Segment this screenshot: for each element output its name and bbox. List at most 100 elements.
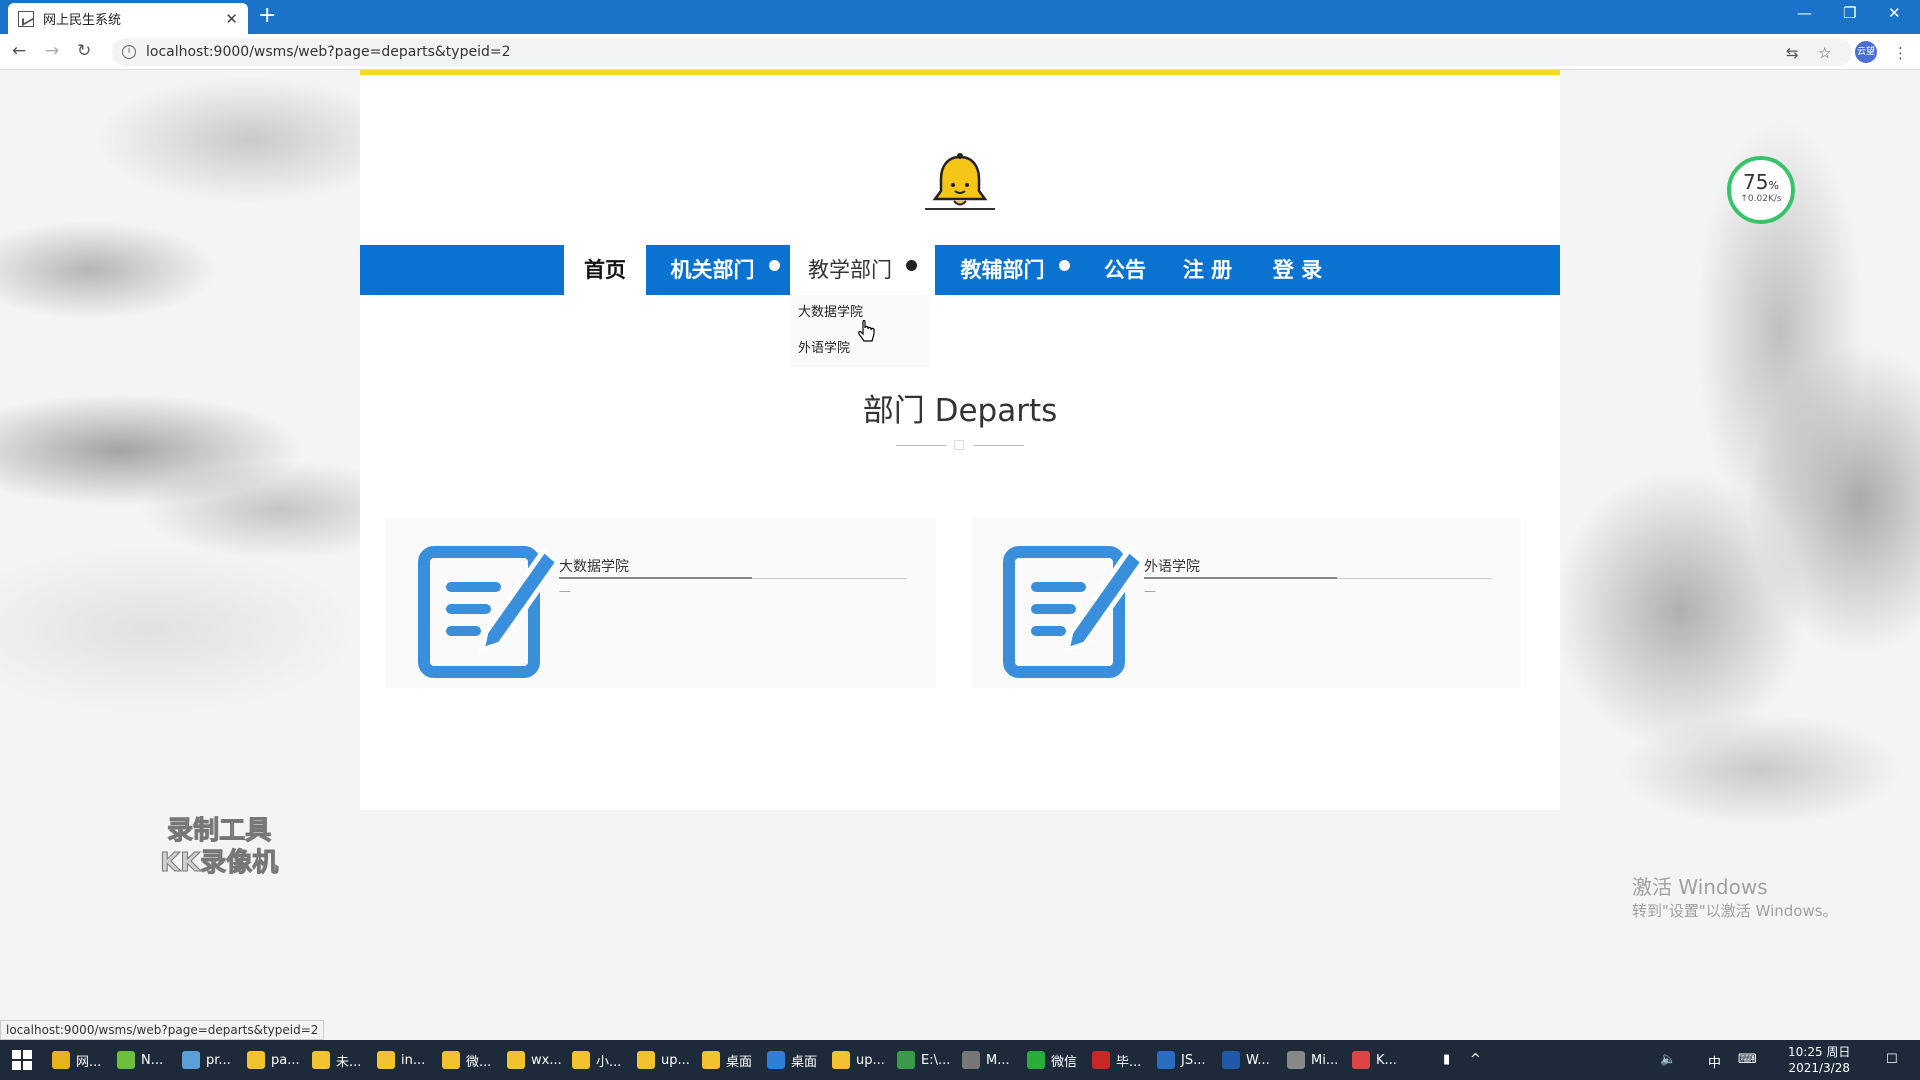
taskbar-app-label: E:\... [921,1052,951,1068]
bell-logo-icon [932,153,988,206]
taskbar-app-icon [442,1051,460,1069]
taskbar-app-item[interactable]: up... [637,1046,690,1074]
taskbar-app-label: 桌面 [726,1054,753,1070]
taskbar-app-item[interactable]: pa... [247,1046,300,1074]
forward-icon[interactable]: → [45,41,59,61]
site-info-icon[interactable]: i [122,45,136,59]
taskbar-app-item[interactable]: 微信 [1027,1046,1077,1074]
taskbar-app-icon [637,1051,655,1069]
taskbar-app-item[interactable]: 未... [312,1046,361,1074]
taskbar-app-icon [182,1051,200,1069]
taskbar-app-item[interactable]: in... [377,1046,425,1074]
taskbar-app-icon [247,1051,265,1069]
speed-unit: % [1768,179,1779,192]
network-speed-widget[interactable]: 75% ↑0.02K/s [1727,156,1795,224]
address-text: localhost:9000/wsms/web?page=departs&typ… [146,44,511,60]
taskbar-app-item[interactable]: W... [1222,1046,1270,1074]
taskbar-app-icon [572,1051,590,1069]
taskbar-app-icon [117,1051,135,1069]
card-divider-accent [1144,577,1337,579]
nav-office-dept[interactable]: 机关部门 [660,245,790,295]
taskbar-app-label: 毕... [1116,1054,1142,1070]
taskbar-app-item[interactable]: wx... [507,1046,562,1074]
title-divider-left [896,445,946,446]
taskbar-app-label: 小... [596,1054,622,1070]
taskbar-app-label: in... [401,1052,426,1068]
back-icon[interactable]: ← [12,41,26,61]
department-desc: — [1144,584,1156,598]
nav-home[interactable]: 首页 [564,245,646,295]
browser-tab-bar: 网上民生系统 ✕ + — ❐ ✕ [0,0,1920,34]
clock-date: 2021/3/28 [1788,1061,1850,1075]
taskbar-app-item[interactable]: 毕... [1092,1046,1141,1074]
reload-icon[interactable]: ↻ [77,41,91,61]
hand-cursor-icon [858,320,875,342]
nav-login[interactable]: 登 录 [1260,245,1335,295]
ink-mountain-left [0,70,360,830]
department-card[interactable]: 大数据学院 — [386,518,936,688]
address-bar[interactable]: i localhost:9000/wsms/web?page=departs&t… [112,38,1852,66]
taskbar-app-icon [962,1051,980,1069]
nav-notice[interactable]: 公告 [1095,245,1155,295]
nav-teaching-dept[interactable]: 教学部门 [790,245,935,295]
browser-tab[interactable]: 网上民生系统 ✕ [8,3,248,34]
taskbar-app-label: JS... [1181,1052,1206,1068]
taskbar-app-label: wx... [531,1052,562,1068]
translate-icon[interactable]: ⇆ [1786,44,1799,62]
tab-close-icon[interactable]: ✕ [225,10,238,28]
department-name[interactable]: 大数据学院 [559,556,629,576]
taskbar-app-icon [897,1051,915,1069]
taskbar-app-label: 网... [76,1054,102,1070]
bookmark-star-icon[interactable]: ☆ [1818,44,1831,62]
taskbar-clock[interactable]: 10:25 周日 2021/3/28 [1788,1044,1850,1076]
new-tab-icon[interactable]: + [258,4,276,28]
keyboard-icon[interactable]: ⌨ [1738,1052,1757,1067]
taskbar-app-item[interactable]: K... [1352,1046,1397,1074]
taskbar-app-item[interactable]: Mi... [1287,1046,1338,1074]
department-name[interactable]: 外语学院 [1144,556,1200,576]
minimize-icon[interactable]: — [1797,4,1812,22]
taskbar-app-item[interactable]: 桌面 [702,1046,752,1074]
browser-toolbar: ← → ↻ i localhost:9000/wsms/web?page=dep… [0,34,1920,70]
taskbar-app-icon [507,1051,525,1069]
taskbar-app-item[interactable]: N... [117,1046,163,1074]
taskbar-app-icon [1352,1051,1370,1069]
taskbar-app-label: W... [1246,1052,1270,1068]
taskbar-app-item[interactable]: E:\... [897,1046,950,1074]
taskbar-app-label: 微信 [1051,1054,1078,1070]
clock-time: 10:25 周日 [1788,1045,1851,1059]
ime-indicator[interactable]: 中 [1708,1052,1721,1071]
nav-register[interactable]: 注 册 [1170,245,1245,295]
menu-kebab-icon[interactable]: ⋮ [1893,44,1908,62]
card-divider-accent [559,577,752,579]
tray-expand-icon[interactable]: ^ [1470,1052,1481,1067]
taskbar-app-icon [1027,1051,1045,1069]
taskbar-app-item[interactable]: up... [832,1046,885,1074]
title-divider-right [974,445,1024,446]
nav-support-label: 教辅部门 [960,258,1045,282]
battery-icon[interactable]: ▮ [1443,1052,1450,1067]
nav-login-label: 登 录 [1272,258,1323,282]
nav-support-dept[interactable]: 教辅部门 [950,245,1080,295]
restore-icon[interactable]: ❐ [1843,4,1856,22]
taskbar-app-item[interactable]: 小... [572,1046,621,1074]
taskbar-app-item[interactable]: JS... [1157,1046,1205,1074]
dropdown-dot-icon [906,260,917,271]
taskbar-app-label: 未... [336,1054,362,1070]
taskbar-app-item[interactable]: M... [962,1046,1010,1074]
recorder-line2: KK录像机 [159,848,279,879]
taskbar-app-icon [52,1051,70,1069]
volume-icon[interactable]: 🔈 [1660,1052,1676,1067]
department-card[interactable]: 外语学院 — [971,518,1521,688]
taskbar-app-item[interactable]: pr... [182,1046,231,1074]
taskbar-app-item[interactable]: 网... [52,1046,101,1074]
window-close-icon[interactable]: ✕ [1888,4,1901,22]
windows-start-icon[interactable] [12,1050,32,1070]
taskbar-app-icon [1092,1051,1110,1069]
profile-avatar[interactable]: 云望 [1855,41,1877,63]
taskbar-app-item[interactable]: 微... [442,1046,491,1074]
site-container: 首页 机关部门 教学部门 教辅部门 公告 注 册 登 录 大数据学院 外语学院 … [360,70,1560,810]
main-nav: 首页 机关部门 教学部门 教辅部门 公告 注 册 登 录 [360,245,1560,295]
notification-icon[interactable]: ☐ [1886,1052,1898,1067]
taskbar-app-item[interactable]: 桌面 [767,1046,817,1074]
